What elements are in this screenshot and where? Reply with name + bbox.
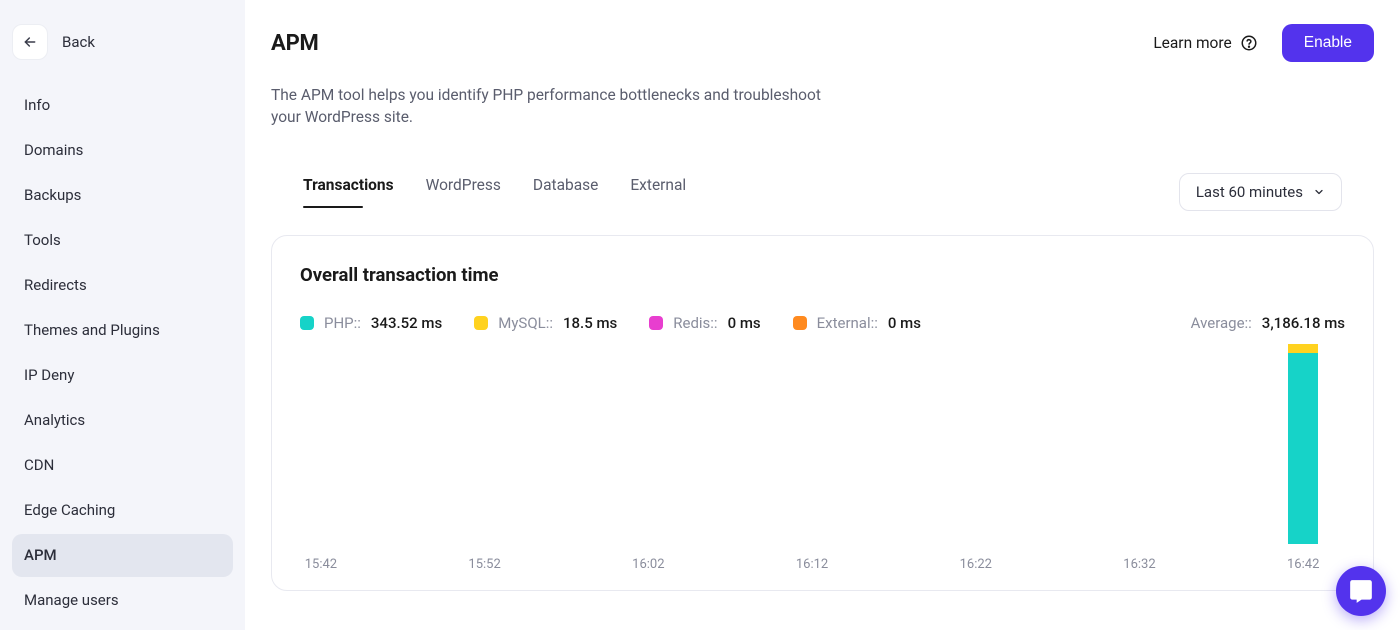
page-title: APM [271, 31, 319, 56]
chart-legend: PHP::343.52 msMySQL::18.5 msRedis::0 msE… [300, 314, 1345, 332]
legend-item-php: PHP::343.52 ms [300, 314, 442, 332]
transaction-time-card: Overall transaction time PHP::343.52 ms M… [271, 235, 1374, 591]
chart-bar-segment-php [1288, 353, 1318, 544]
legend-value: 0 ms [888, 314, 921, 332]
legend-value: 343.52 ms [371, 314, 442, 332]
tab-external[interactable]: External [630, 176, 686, 208]
legend-label: PHP:: [324, 314, 361, 332]
chart-bar[interactable] [1288, 344, 1318, 544]
time-range-select[interactable]: Last 60 minutes [1179, 173, 1342, 211]
chart-plot-area [300, 344, 1345, 544]
tab-wordpress[interactable]: WordPress [426, 176, 501, 208]
page-description: The APM tool helps you identify PHP perf… [271, 84, 851, 129]
x-tick: 16:02 [632, 557, 664, 572]
chart: 15:42 15:52 16:02 16:12 16:22 16:32 16:42 [300, 344, 1345, 572]
legend-label: External:: [817, 314, 878, 332]
chat-button[interactable] [1336, 566, 1386, 616]
legend-swatch [793, 316, 807, 330]
arrow-left-icon [22, 34, 38, 50]
legend-swatch [474, 316, 488, 330]
help-circle-icon [1240, 34, 1258, 52]
sidebar: Back InfoDomainsBackupsToolsRedirectsThe… [0, 0, 245, 630]
legend-swatch [649, 316, 663, 330]
x-tick: 15:42 [305, 557, 337, 572]
legend-item-external: External::0 ms [793, 314, 921, 332]
learn-more-link[interactable]: Learn more [1153, 34, 1257, 52]
legend-average-label: Average:: [1191, 314, 1252, 332]
legend-average-value: 3,186.18 ms [1262, 314, 1345, 332]
legend-item-redis: Redis::0 ms [649, 314, 760, 332]
sidebar-item-redirects[interactable]: Redirects [12, 264, 233, 307]
tabs-row: Transactions WordPress Database External La… [271, 173, 1374, 211]
sidebar-item-cdn[interactable]: CDN [12, 444, 233, 487]
x-tick: 16:22 [960, 557, 992, 572]
tabs: Transactions WordPress Database External [303, 176, 686, 208]
sidebar-item-apm[interactable]: APM [12, 534, 233, 577]
tab-transactions[interactable]: Transactions [303, 176, 394, 208]
card-title: Overall transaction time [300, 264, 1345, 286]
legend-value: 18.5 ms [563, 314, 617, 332]
sidebar-item-themes-and-plugins[interactable]: Themes and Plugins [12, 309, 233, 352]
sidebar-item-tools[interactable]: Tools [12, 219, 233, 262]
sidebar-item-edge-caching[interactable]: Edge Caching [12, 489, 233, 532]
x-tick: 16:42 [1287, 557, 1319, 572]
learn-more-label: Learn more [1153, 34, 1231, 52]
sidebar-item-domains[interactable]: Domains [12, 129, 233, 172]
chat-icon [1348, 578, 1374, 604]
page-header: APM Learn more Enable [271, 24, 1374, 62]
sidebar-item-ip-deny[interactable]: IP Deny [12, 354, 233, 397]
legend-average: Average::3,186.18 ms [1191, 314, 1345, 332]
legend-item-mysql: MySQL::18.5 ms [474, 314, 617, 332]
enable-button[interactable]: Enable [1282, 24, 1374, 62]
legend-swatch [300, 316, 314, 330]
back-navigation[interactable]: Back [12, 24, 233, 84]
sidebar-nav: InfoDomainsBackupsToolsRedirectsThemes a… [12, 84, 233, 622]
x-tick: 15:52 [468, 557, 500, 572]
header-actions: Learn more Enable [1153, 24, 1374, 62]
legend-label: Redis:: [673, 314, 717, 332]
chart-x-axis: 15:42 15:52 16:02 16:12 16:22 16:32 16:42 [300, 552, 1345, 572]
sidebar-item-info[interactable]: Info [12, 84, 233, 127]
sidebar-item-analytics[interactable]: Analytics [12, 399, 233, 442]
chart-bar-segment-mysql [1288, 344, 1318, 353]
chevron-down-icon [1313, 186, 1325, 198]
tab-database[interactable]: Database [533, 176, 598, 208]
sidebar-item-backups[interactable]: Backups [12, 174, 233, 217]
time-range-label: Last 60 minutes [1196, 183, 1303, 201]
sidebar-item-manage-users[interactable]: Manage users [12, 579, 233, 622]
main-content: APM Learn more Enable The APM tool helps… [245, 0, 1400, 630]
back-button[interactable] [12, 24, 48, 60]
legend-label: MySQL:: [498, 314, 553, 332]
legend-value: 0 ms [728, 314, 761, 332]
back-label: Back [62, 33, 95, 51]
x-tick: 16:12 [796, 557, 828, 572]
x-tick: 16:32 [1123, 557, 1155, 572]
